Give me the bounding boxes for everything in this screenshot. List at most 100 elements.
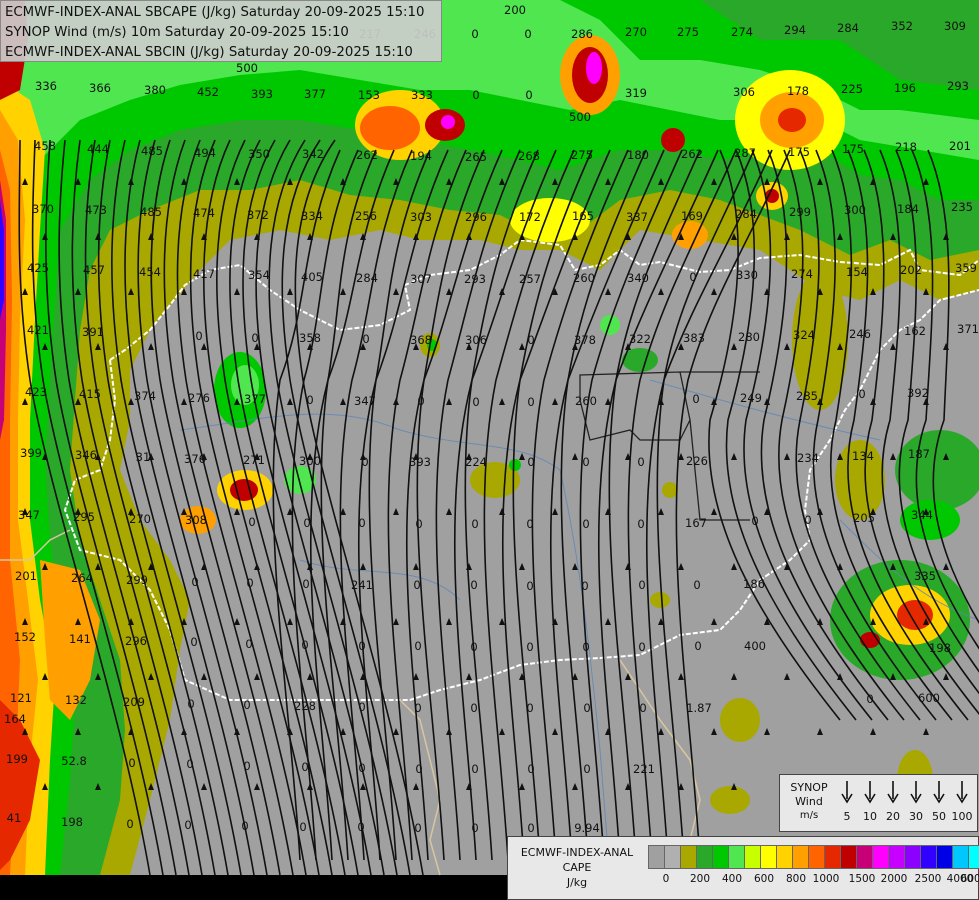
cape-legend-tick: 400 xyxy=(721,873,743,885)
cin-value-label: 180 xyxy=(627,148,649,162)
cin-value-label: 132 xyxy=(65,693,87,707)
cin-value-label: 0 xyxy=(243,698,250,712)
cape-color-swatch xyxy=(937,846,953,868)
cin-value-label: 235 xyxy=(951,200,973,214)
cape-color-swatch xyxy=(761,846,777,868)
cin-value-label: 0 xyxy=(128,756,135,770)
cin-value-label: 257 xyxy=(519,272,541,286)
cin-value-label: 0 xyxy=(527,455,534,469)
cin-value-label: 342 xyxy=(302,147,324,161)
cape-color-swatch xyxy=(649,846,665,868)
cin-value-label: 0 xyxy=(184,818,191,832)
cin-value-label: 276 xyxy=(188,391,210,405)
cin-value-label: 162 xyxy=(904,324,926,338)
wind-legend-value: 50 xyxy=(932,810,946,823)
cin-value-label: 268 xyxy=(518,149,540,163)
cin-value-label: 0 xyxy=(415,517,422,531)
cin-value-label: 392 xyxy=(907,386,929,400)
cin-value-label: 0 xyxy=(694,639,701,653)
cin-value-label: 0 xyxy=(526,579,533,593)
cin-value-label: 271 xyxy=(243,453,265,467)
cin-value-label: 425 xyxy=(27,261,49,275)
cin-value-label: 0 xyxy=(527,762,534,776)
cin-value-label: 0 xyxy=(414,639,421,653)
cin-value-label: 0 xyxy=(471,821,478,835)
cin-value-label: 172 xyxy=(519,210,541,224)
cin-value-label: 0 xyxy=(693,578,700,592)
cin-value-label: 371 xyxy=(957,322,979,336)
cin-value-label: 198 xyxy=(929,641,951,655)
cape-map: 2000021724628627027527429428435230950033… xyxy=(0,0,979,900)
cape-color-swatch xyxy=(793,846,809,868)
cin-value-label: 0 xyxy=(358,700,365,714)
cin-value-label: 0 xyxy=(471,762,478,776)
cin-value-label: 377 xyxy=(304,87,326,101)
cin-value-label: 0 xyxy=(582,640,589,654)
cin-value-label: 0 xyxy=(583,701,590,715)
cin-value-label: 377 xyxy=(244,392,266,406)
cin-value-label: 1.87 xyxy=(686,701,712,715)
cape-legend: ECMWF-INDEX-ANAL CAPE J/kg 0 200 400 600 800… xyxy=(507,836,979,900)
cin-value-label: 0 xyxy=(243,759,250,773)
cin-value-label: 153 xyxy=(358,88,380,102)
cin-value-label: 337 xyxy=(626,210,648,224)
cin-value-label: 228 xyxy=(294,699,316,713)
cin-value-label: 169 xyxy=(681,209,703,223)
cin-value-label: 324 xyxy=(793,328,815,342)
cape-legend-tick: 200 xyxy=(689,873,711,885)
cin-value-label: 300 xyxy=(299,454,321,468)
cin-value-label: 0 xyxy=(414,821,421,835)
wind-legend-item: 50 xyxy=(928,779,950,829)
cin-value-label: 306 xyxy=(465,333,487,347)
cin-value-label: 454 xyxy=(139,265,161,279)
cin-value-label: 0 xyxy=(358,639,365,653)
cin-value-label: 393 xyxy=(409,455,431,469)
cin-value-label: 187 xyxy=(908,447,930,461)
cin-value-label: 346 xyxy=(75,448,97,462)
cin-value-label: 165 xyxy=(572,209,594,223)
cin-value-label: 400 xyxy=(744,639,766,653)
cin-value-label: 0 xyxy=(527,333,534,347)
cin-value-label: 0 xyxy=(637,517,644,531)
wind-legend-item: 5 xyxy=(836,779,858,829)
cape-legend-tick: 2500 xyxy=(914,873,942,885)
wind-legend-items: 5 10 20 30 50 100 xyxy=(836,779,975,829)
cin-value-label: 352 xyxy=(891,19,913,33)
cin-value-label: 0 xyxy=(191,575,198,589)
wind-arrow-icon xyxy=(956,781,968,804)
cin-value-label: 0 xyxy=(525,88,532,102)
cin-value-label: 303 xyxy=(410,210,432,224)
cin-value-label: 0 xyxy=(251,331,258,345)
cin-value-label: 293 xyxy=(947,79,969,93)
cin-value-label: 265 xyxy=(465,150,487,164)
wind-legend-item: 100 xyxy=(951,779,973,829)
cin-value-label: 284 xyxy=(735,207,757,221)
cape-legend-ticks: 0200400600800100015002000250040006000 xyxy=(648,873,979,889)
cin-value-label: 0 xyxy=(639,701,646,715)
cin-value-label: 378 xyxy=(574,333,596,347)
cin-value-label: 194 xyxy=(410,149,432,163)
cin-value-label: 175 xyxy=(788,145,810,159)
cin-value-label: 167 xyxy=(685,516,707,530)
cin-value-label: 500 xyxy=(236,61,258,75)
wind-legend: SYNOP Wind m/s 5 10 20 30 50 100 xyxy=(779,774,978,832)
cin-value-label: 205 xyxy=(853,511,875,525)
cin-value-label: 485 xyxy=(140,205,162,219)
cin-value-label: 368 xyxy=(410,333,432,347)
cape-color-swatch xyxy=(745,846,761,868)
cin-value-label: 0 xyxy=(471,27,478,41)
cape-legend-tick: 0 xyxy=(662,873,670,885)
cape-color-swatch xyxy=(777,846,793,868)
cin-value-label: 494 xyxy=(194,146,216,160)
cin-value-label: 270 xyxy=(625,25,647,39)
cin-value-label: 164 xyxy=(4,712,26,726)
cin-value-label: 256 xyxy=(355,209,377,223)
cin-value-label: 280 xyxy=(738,330,760,344)
cin-value-label: 0 xyxy=(689,270,696,284)
cin-value-label: 330 xyxy=(736,268,758,282)
wind-legend-title-line: SYNOP xyxy=(790,781,828,794)
cin-value-label: 393 xyxy=(251,87,273,101)
cin-value-label: 0 xyxy=(248,515,255,529)
cin-value-label: 334 xyxy=(301,209,323,223)
wind-legend-item: 10 xyxy=(859,779,881,829)
